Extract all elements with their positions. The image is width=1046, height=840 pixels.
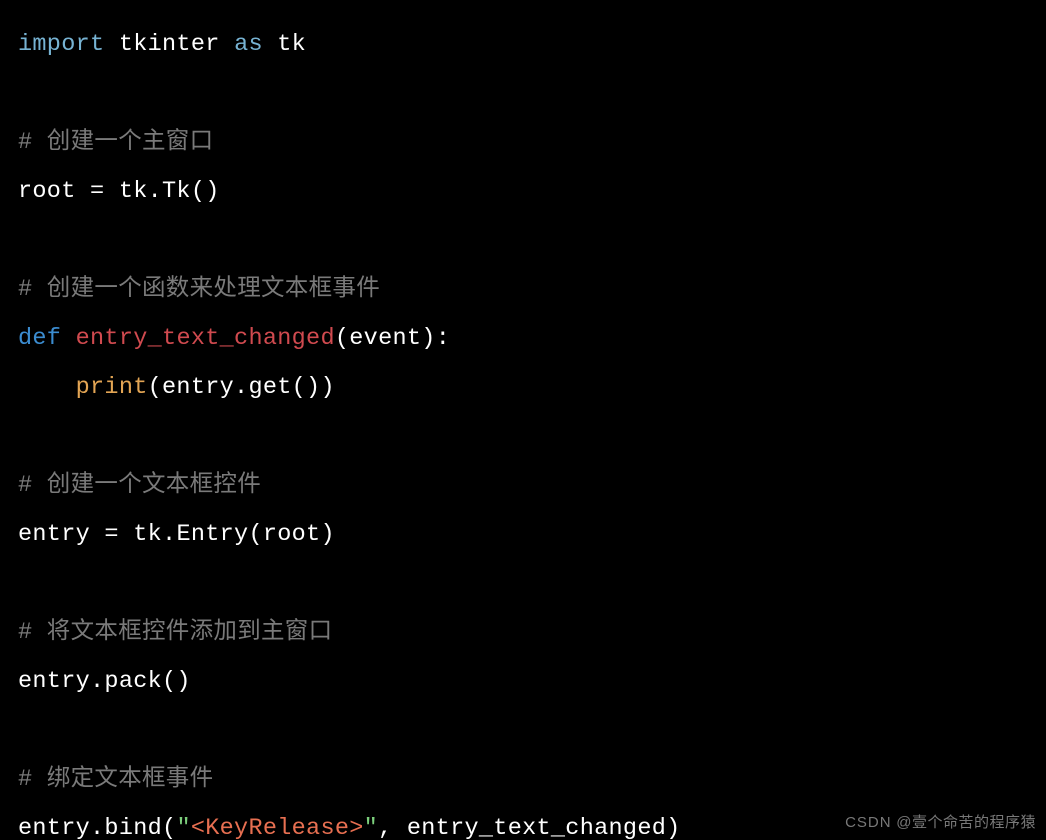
indent (18, 374, 76, 401)
module-alias: tk (277, 31, 306, 58)
op-eq: = (90, 521, 133, 548)
kw-as: as (234, 31, 263, 58)
ident-entry: entry (18, 521, 90, 548)
comment-pack-entry: # 将文本框控件添加到主窗口 (18, 619, 332, 646)
watermark: CSDN @壹个命苦的程序猿 (845, 811, 1036, 832)
comment-create-entry: # 创建一个文本框控件 (18, 472, 261, 499)
string-quote-close: " (364, 815, 378, 840)
comment-handler-fn: # 创建一个函数来处理文本框事件 (18, 276, 380, 303)
kw-def: def (18, 325, 61, 352)
string-escape: <KeyRelease> (191, 815, 364, 840)
print-args: (entry.get()) (148, 374, 335, 401)
module-name: tkinter (119, 31, 220, 58)
builtin-print: print (76, 374, 148, 401)
code-block: import tkinter as tk # 创建一个主窗口 root = tk… (0, 0, 1046, 840)
string-quote-open: " (176, 815, 190, 840)
fn-name: entry_text_changed (76, 325, 335, 352)
comment-bind-event: # 绑定文本框事件 (18, 766, 213, 793)
call-entry-pack: entry.pack() (18, 668, 191, 695)
comment-main-window: # 创建一个主窗口 (18, 129, 213, 156)
call-entry-bind: entry.bind( (18, 815, 176, 840)
watermark-author: @壹个命苦的程序猿 (892, 814, 1036, 831)
ident-root: root (18, 178, 76, 205)
op-eq: = (76, 178, 119, 205)
bind-args-rest: , entry_text_changed) (378, 815, 680, 840)
kw-import: import (18, 31, 104, 58)
watermark-label: CSDN (845, 814, 892, 831)
fn-params: (event): (335, 325, 450, 352)
call-tk-entry: tk.Entry(root) (133, 521, 335, 548)
call-tk-tk: tk.Tk() (119, 178, 220, 205)
